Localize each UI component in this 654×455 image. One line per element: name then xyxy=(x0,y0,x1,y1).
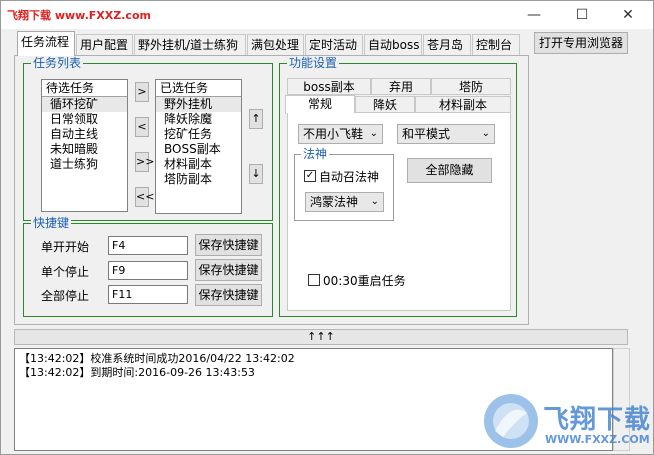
tab-timed-events[interactable]: 定时活动 xyxy=(305,34,363,55)
maximize-button[interactable]: ☐ xyxy=(559,1,605,29)
move-all-right-button[interactable]: >> xyxy=(135,152,154,172)
watermark-logo: 飞翔下载 WWW.FXXZ.COM xyxy=(481,391,651,451)
tab-bag-full[interactable]: 满包处理 xyxy=(247,34,304,55)
restart-task-label: 00:30重启任务 xyxy=(323,274,406,288)
watermark-emblem-icon xyxy=(484,394,538,448)
move-right-button[interactable]: > xyxy=(135,82,149,102)
list-item[interactable]: 塔防副本 xyxy=(156,172,241,187)
open-browser-button[interactable]: 打开专用浏览器 xyxy=(534,32,628,54)
list-item[interactable]: 自动主线 xyxy=(42,127,127,142)
tab-user-config[interactable]: 用户配置 xyxy=(76,34,133,55)
move-down-button[interactable]: ↓ xyxy=(249,164,263,184)
list-item[interactable]: 循环挖矿 xyxy=(42,97,127,112)
subtab-general[interactable]: 常规 xyxy=(285,95,355,114)
tab-auto-boss[interactable]: 自动boss xyxy=(364,34,422,55)
chevron-down-icon: ⌄ xyxy=(481,128,490,139)
app-window: 飞翔下载 www.FXXZ.com — ☐ ✕ 任务流程 用户配置 野外挂机/道… xyxy=(0,0,654,455)
tab-cangyue-island[interactable]: 苍月岛 xyxy=(423,34,471,55)
pending-task-list[interactable]: 待选任务 循环挖矿 日常领取 自动主线 未知暗殿 道士练狗 xyxy=(41,79,128,212)
list-item[interactable]: 野外挂机 xyxy=(156,97,241,112)
task-list-title: 任务列表 xyxy=(31,56,84,70)
list-item[interactable]: 道士练狗 xyxy=(42,157,127,172)
hotkey-input-start[interactable]: F4 xyxy=(108,236,188,255)
save-hotkey-stop-all-button[interactable]: 保存快捷键 xyxy=(195,284,262,306)
watermark-brand: 飞翔下载 xyxy=(543,405,652,435)
log-line: 【13:42:02】到期时间:2016-09-26 13:43:53 xyxy=(19,366,255,379)
save-hotkey-start-button[interactable]: 保存快捷键 xyxy=(195,234,262,256)
subtab-tower-defense[interactable]: 塔防 xyxy=(431,78,511,95)
save-hotkey-stop-single-button[interactable]: 保存快捷键 xyxy=(195,259,262,281)
hotkey-input-stop-all[interactable]: F11 xyxy=(108,285,188,304)
feature-settings-title: 功能设置 xyxy=(287,56,340,70)
chevron-down-icon: ⌄ xyxy=(369,128,378,139)
watermark-text: 飞翔下载 www.FXXZ.com xyxy=(7,9,151,22)
mode-select[interactable]: 和平模式 ⌄ xyxy=(397,124,495,144)
hotkey-label-start: 单开开始 xyxy=(41,240,90,254)
list-item[interactable]: 材料副本 xyxy=(156,157,241,172)
watermark-url: WWW.FXXZ.COM xyxy=(545,433,650,446)
minimize-button[interactable]: — xyxy=(511,1,557,29)
auto-summon-label: 自动召法神 xyxy=(319,170,380,184)
list-item[interactable]: 未知暗殿 xyxy=(42,142,127,157)
chevron-down-icon: ⌄ xyxy=(370,196,379,207)
fashen-select-value: 鸿蒙法神 xyxy=(310,195,359,209)
log-line: 【13:42:02】校准系统时间成功2016/04/22 13:42:02 xyxy=(19,352,295,365)
move-left-button[interactable]: < xyxy=(135,117,149,137)
hide-all-button[interactable]: 全部隐藏 xyxy=(407,158,492,183)
title-bar: 飞翔下载 www.FXXZ.com — ☐ ✕ xyxy=(1,1,653,29)
hotkey-title: 快捷键 xyxy=(31,216,72,230)
tab-task-flow[interactable]: 任务流程 xyxy=(17,31,75,56)
fashen-select[interactable]: 鸿蒙法神 ⌄ xyxy=(305,192,384,212)
close-button[interactable]: ✕ xyxy=(605,1,651,29)
list-item[interactable]: 日常领取 xyxy=(42,112,127,127)
subtab-demon-subdue[interactable]: 降妖 xyxy=(355,96,415,113)
flyshoe-select[interactable]: 不用小飞鞋 ⌄ xyxy=(298,124,383,144)
subtab-deprecated[interactable]: 弃用 xyxy=(371,78,431,95)
selected-list-header: 已选任务 xyxy=(156,80,241,97)
hotkey-input-stop-single[interactable]: F9 xyxy=(108,261,188,280)
subtab-boss-dungeon[interactable]: boss副本 xyxy=(287,78,371,95)
hotkey-label-stop-all: 全部停止 xyxy=(41,289,90,303)
tab-console[interactable]: 控制台 xyxy=(472,34,520,55)
list-item[interactable]: 降妖除魔 xyxy=(156,112,241,127)
hotkey-label-stop-single: 单个停止 xyxy=(41,265,90,279)
flyshoe-select-value: 不用小飞鞋 xyxy=(303,127,364,141)
tab-field-afk[interactable]: 野外挂机/道士练狗 xyxy=(134,34,246,55)
subtab-material-dungeon[interactable]: 材料副本 xyxy=(415,96,511,113)
restart-task-checkbox[interactable] xyxy=(308,274,320,286)
selected-task-list[interactable]: 已选任务 野外挂机 降妖除魔 挖矿任务 BOSS副本 材料副本 塔防副本 xyxy=(155,79,242,214)
move-up-button[interactable]: ↑ xyxy=(249,109,263,129)
pending-list-header: 待选任务 xyxy=(42,80,127,97)
fashen-title: 法神 xyxy=(301,147,330,161)
list-item[interactable]: BOSS副本 xyxy=(156,142,241,157)
mode-select-value: 和平模式 xyxy=(402,127,451,141)
collapse-splitter-button[interactable]: ↑↑↑ xyxy=(14,329,628,345)
list-item[interactable]: 挖矿任务 xyxy=(156,127,241,142)
move-all-left-button[interactable]: << xyxy=(135,187,154,207)
auto-summon-checkbox[interactable]: ✓ xyxy=(304,170,316,182)
